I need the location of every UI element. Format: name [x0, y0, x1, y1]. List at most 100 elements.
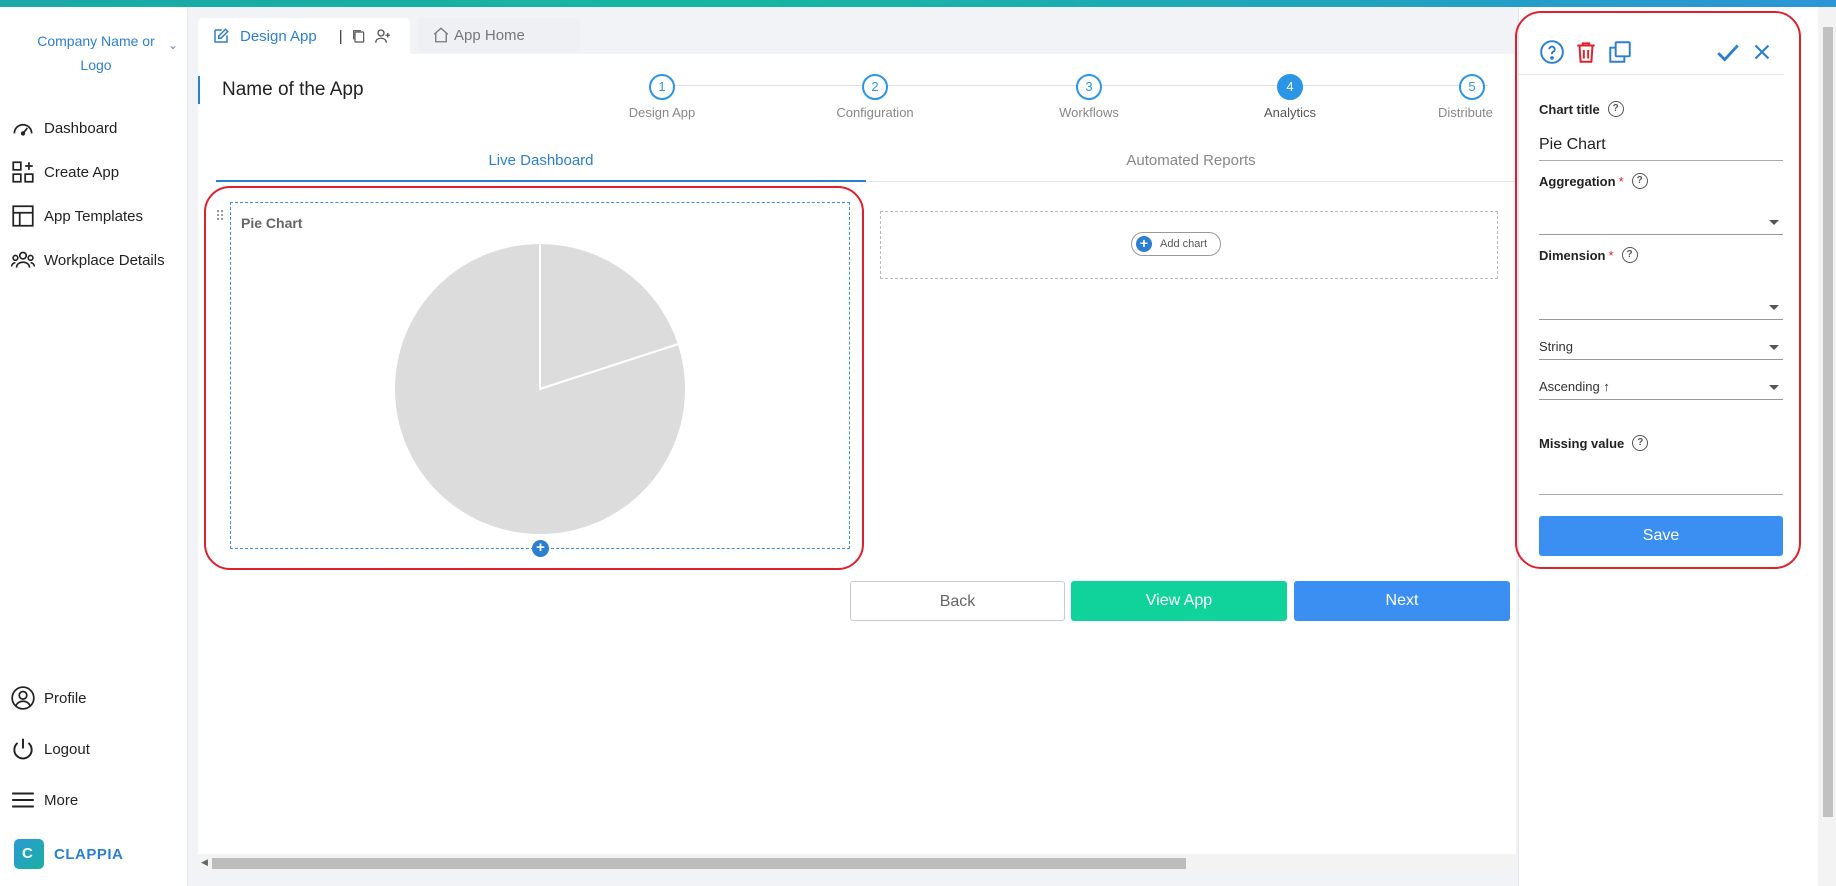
main-panel: Name of the App 1 Design App 2 Configura…: [198, 54, 1516, 854]
team-icon: [10, 251, 36, 268]
sidebar-item-more[interactable]: More: [10, 785, 185, 815]
step-design-app[interactable]: 1 Design App: [602, 74, 722, 120]
label-text: Aggregation: [1539, 173, 1616, 189]
sidebar-item-label: Logout: [44, 740, 90, 758]
chart-title-input[interactable]: Pie Chart: [1539, 129, 1783, 161]
missing-value-input[interactable]: [1539, 463, 1783, 495]
step-label: Configuration: [836, 105, 914, 120]
step-label: Workflows: [1059, 105, 1119, 120]
help-icon[interactable]: ?: [1607, 101, 1624, 117]
scrollbar-thumb[interactable]: [212, 858, 1186, 869]
close-icon[interactable]: [1749, 39, 1775, 65]
next-button[interactable]: Next: [1294, 581, 1510, 621]
company-switcher[interactable]: Company Name or Logo ⌄: [14, 29, 178, 77]
check-icon[interactable]: [1715, 39, 1741, 65]
label-text: Dimension: [1539, 247, 1606, 263]
plus-icon: +: [1136, 236, 1152, 252]
dashboard-icon: [13, 123, 33, 136]
required-mark: *: [1618, 173, 1624, 189]
sidebar-item-label: Create App: [44, 163, 120, 181]
menu-icon: [12, 792, 34, 808]
step-number: 5: [1459, 74, 1485, 100]
sidebar-item-workplace-details[interactable]: Workplace Details: [10, 245, 185, 275]
tab-separator: |: [338, 27, 343, 45]
required-mark: *: [1608, 247, 1614, 263]
sidebar-item-label: Dashboard: [44, 119, 118, 137]
step-label: Distribute: [1438, 105, 1493, 120]
sidebar-item-dashboard[interactable]: Dashboard: [10, 113, 185, 143]
sidebar: Company Name or Logo ⌄ Dashboard Create …: [0, 7, 188, 886]
company-name: Company Name or Logo: [37, 33, 155, 73]
aggregation-label: Aggregation * ?: [1539, 173, 1648, 189]
create-app-icon: [12, 161, 34, 183]
tab-live-dashboard[interactable]: Live Dashboard: [216, 146, 866, 182]
sidebar-item-create-app[interactable]: Create App: [10, 157, 185, 187]
chart-settings-panel: Chart title ? Pie Chart Aggregation * ? …: [1515, 7, 1818, 886]
tab-automated-reports[interactable]: Automated Reports: [866, 146, 1516, 182]
dimension-select[interactable]: [1539, 294, 1783, 320]
step-configuration[interactable]: 2 Configuration: [815, 74, 935, 120]
step-number: 3: [1076, 74, 1102, 100]
step-number: 4: [1277, 74, 1303, 100]
clappia-logo-icon: [14, 839, 44, 869]
home-icon: [433, 27, 449, 43]
help-icon[interactable]: ?: [1632, 435, 1649, 451]
profile-icon: [11, 686, 35, 710]
add-chart-button[interactable]: + Add chart: [1131, 232, 1221, 256]
missing-value-label: Missing value ?: [1539, 435, 1649, 451]
sidebar-item-label: Profile: [44, 689, 87, 707]
chevron-down-icon: ⌄: [167, 38, 178, 52]
add-below-icon[interactable]: +: [532, 540, 549, 557]
help-icon[interactable]: ?: [1621, 247, 1638, 263]
delete-icon[interactable]: [1573, 39, 1599, 65]
brand-name: CLAPPIA: [54, 845, 124, 863]
dashboard-tabs: Live Dashboard Automated Reports: [216, 146, 1516, 182]
add-user-icon[interactable]: [373, 27, 392, 45]
step-distribute[interactable]: 5 Distribute: [1426, 74, 1516, 120]
view-app-button[interactable]: View App: [1071, 581, 1287, 621]
sidebar-item-label: App Templates: [44, 207, 143, 225]
dimension-type-select[interactable]: String: [1539, 334, 1783, 360]
step-number: 2: [862, 74, 888, 100]
tab-label: Design App: [240, 27, 317, 45]
panel-toolbar: [1519, 31, 1784, 75]
scrollbar-thumb[interactable]: [1823, 27, 1833, 817]
sort-order-select[interactable]: Ascending ↑: [1539, 374, 1783, 400]
power-icon: [13, 738, 33, 760]
scroll-left-icon[interactable]: ◀: [201, 857, 208, 868]
help-icon[interactable]: ?: [1631, 173, 1648, 189]
step-analytics[interactable]: 4 Analytics: [1230, 74, 1350, 120]
pie-chart: [393, 241, 687, 536]
top-gradient-bar: [0, 0, 1836, 7]
step-workflows[interactable]: 3 Workflows: [1029, 74, 1149, 120]
add-chart-label: Add chart: [1160, 238, 1208, 250]
dimension-label: Dimension * ?: [1539, 247, 1638, 263]
templates-icon: [12, 205, 34, 227]
vertical-scrollbar[interactable]: [1818, 7, 1836, 886]
duplicate-icon[interactable]: [1607, 39, 1633, 65]
label-text: Chart title: [1539, 101, 1600, 117]
tab-app-home[interactable]: App Home: [418, 18, 580, 52]
tab-design-app[interactable]: Design App |: [198, 18, 410, 54]
sidebar-item-profile[interactable]: Profile: [10, 683, 185, 713]
tab-label: App Home: [454, 26, 525, 44]
brand-logo: CLAPPIA: [14, 839, 123, 869]
edit-icon: [214, 28, 229, 43]
horizontal-scrollbar[interactable]: ◀: [198, 854, 1518, 872]
step-label: Design App: [628, 105, 696, 120]
step-number: 1: [649, 74, 675, 100]
step-label: Analytics: [1263, 105, 1317, 120]
add-chart-slot: + Add chart: [880, 211, 1498, 279]
sidebar-item-label: More: [44, 791, 79, 809]
help-icon[interactable]: [1539, 39, 1565, 65]
sidebar-item-app-templates[interactable]: App Templates: [10, 201, 185, 231]
copy-icon[interactable]: [351, 28, 367, 44]
save-button[interactable]: Save: [1539, 516, 1783, 556]
drag-handle-icon[interactable]: ⠿: [215, 208, 225, 225]
sidebar-item-logout[interactable]: Logout: [10, 734, 185, 764]
chart-card[interactable]: Pie Chart: [230, 202, 850, 549]
back-button[interactable]: Back: [850, 581, 1065, 621]
label-text: Missing value: [1539, 435, 1625, 451]
aggregation-select[interactable]: [1539, 209, 1783, 235]
chart-title-label: Chart title ?: [1539, 101, 1624, 117]
